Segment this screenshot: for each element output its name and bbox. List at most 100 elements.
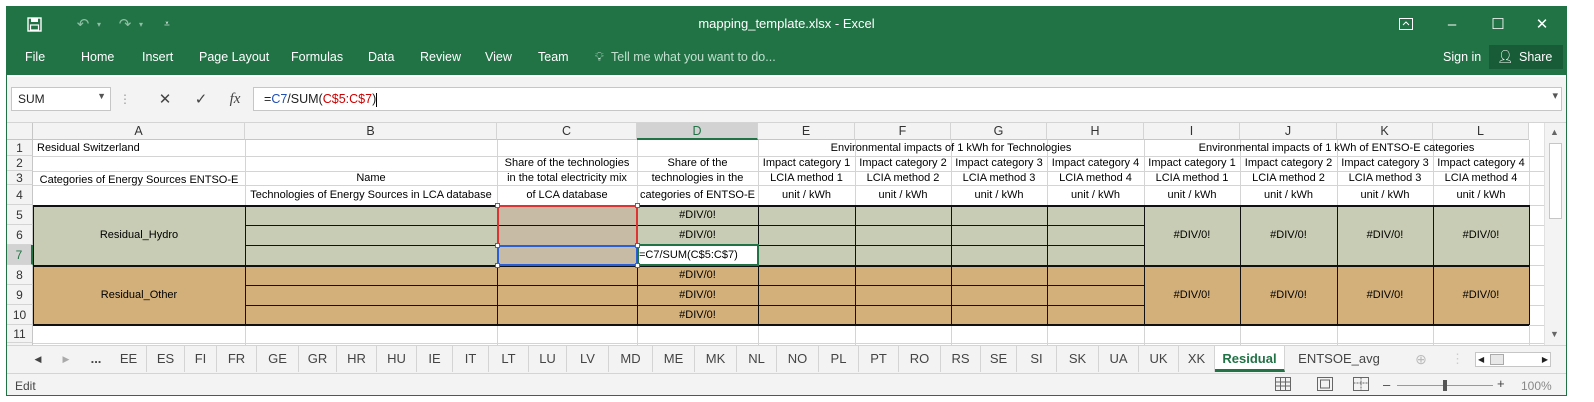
unit-header[interactable]: unit / kWh bbox=[855, 185, 951, 205]
share-button[interactable]: 👤︎ Share bbox=[1489, 45, 1563, 69]
column-header-i[interactable]: I bbox=[1144, 123, 1240, 140]
unit-header[interactable]: unit / kWh bbox=[1337, 185, 1433, 205]
cell-c3[interactable]: in the total electricity mix bbox=[497, 171, 637, 185]
sheet-tab-hu[interactable]: HU bbox=[377, 346, 417, 372]
cancel-icon[interactable]: ✕ bbox=[151, 87, 179, 111]
tell-me-search[interactable]: Tell me what you want to do... bbox=[611, 50, 776, 64]
row-header-11[interactable]: 11 bbox=[7, 325, 33, 343]
div-error-hydro[interactable]: #DIV/0! bbox=[1240, 205, 1337, 265]
tab-page-layout[interactable]: Page Layout bbox=[199, 50, 269, 64]
column-header-f[interactable]: F bbox=[855, 123, 951, 140]
lcia-method-header[interactable]: LCIA method 1 bbox=[758, 171, 855, 185]
sheet-tab-hr[interactable]: HR bbox=[337, 346, 377, 372]
column-header-e[interactable]: E bbox=[758, 123, 855, 140]
cell-a2[interactable]: Categories of Energy Sources ENTSO-E bbox=[33, 156, 245, 205]
sheet-tab-uk[interactable]: UK bbox=[1139, 346, 1179, 372]
more-tabs-button[interactable]: ... bbox=[83, 346, 109, 372]
chevron-down-icon[interactable]: ▼ bbox=[97, 91, 106, 101]
tab-scroll-right-icon[interactable]: ▶ bbox=[59, 346, 73, 372]
new-sheet-icon[interactable]: ⊕ bbox=[1409, 346, 1433, 372]
ribbon-display-icon[interactable] bbox=[1383, 11, 1429, 37]
column-header-j[interactable]: J bbox=[1240, 123, 1337, 140]
sheet-tab-si[interactable]: SI bbox=[1017, 346, 1057, 372]
lcia-method-header[interactable]: LCIA method 3 bbox=[951, 171, 1047, 185]
hscroll-right-icon[interactable]: ▶ bbox=[1542, 353, 1548, 366]
hscroll-thumb[interactable] bbox=[1490, 354, 1504, 365]
tab-home[interactable]: Home bbox=[81, 50, 114, 64]
sheet-tab-ua[interactable]: UA bbox=[1099, 346, 1139, 372]
sheet-tab-fr[interactable]: FR bbox=[217, 346, 257, 372]
enter-icon[interactable]: ✓ bbox=[187, 87, 215, 111]
impact-category-header[interactable]: Impact category 1 bbox=[1144, 156, 1240, 171]
impact-category-header[interactable]: Impact category 1 bbox=[758, 156, 855, 171]
maximize-icon[interactable]: ☐ bbox=[1475, 11, 1521, 37]
cell-d3[interactable]: technologies in the bbox=[637, 171, 758, 185]
sheet-tab-no[interactable]: NO bbox=[777, 346, 819, 372]
scroll-thumb[interactable] bbox=[1549, 143, 1562, 219]
impact-category-header[interactable]: Impact category 2 bbox=[1240, 156, 1337, 171]
column-header-d[interactable]: D bbox=[637, 123, 758, 140]
tab-file[interactable]: File bbox=[25, 50, 45, 64]
div-error-other[interactable]: #DIV/0! bbox=[1144, 265, 1240, 325]
sheet-tab-lu[interactable]: LU bbox=[529, 346, 567, 372]
cell-a8[interactable]: Residual_Other bbox=[33, 265, 245, 325]
sheet-tab-lv[interactable]: LV bbox=[567, 346, 609, 372]
cell-d4[interactable]: categories of ENTSO-E bbox=[637, 185, 758, 205]
sheet-tab-sk[interactable]: SK bbox=[1057, 346, 1099, 372]
lcia-method-header[interactable]: LCIA method 4 bbox=[1433, 171, 1529, 185]
sheet-tab-ge[interactable]: GE bbox=[257, 346, 299, 372]
sheet-tab-ro[interactable]: RO bbox=[899, 346, 941, 372]
normal-view-icon[interactable] bbox=[1275, 377, 1291, 394]
cell-b4[interactable]: Technologies of Energy Sources in LCA da… bbox=[245, 185, 497, 205]
tab-insert[interactable]: Insert bbox=[142, 50, 173, 64]
range-handle[interactable] bbox=[495, 263, 500, 268]
column-header-h[interactable]: H bbox=[1047, 123, 1144, 140]
tab-data[interactable]: Data bbox=[368, 50, 394, 64]
tab-scroll-left-icon[interactable]: ◀ bbox=[31, 346, 45, 372]
sheet-tab-ee[interactable]: EE bbox=[111, 346, 147, 372]
div-error-hydro[interactable]: #DIV/0! bbox=[1144, 205, 1240, 265]
cell-i1[interactable]: Environmental impacts of 1 kWh of ENTSO-… bbox=[1144, 140, 1529, 156]
column-header-c[interactable]: C bbox=[497, 123, 637, 140]
worksheet-grid[interactable]: ABCDEFGHIJKL 123456789101112 Residual Sw… bbox=[7, 123, 1544, 345]
cell-a1[interactable]: Residual Switzerland bbox=[35, 140, 497, 156]
cell-c2[interactable]: Share of the technologies bbox=[497, 156, 637, 171]
insert-function-icon[interactable]: fx bbox=[221, 87, 249, 111]
impact-category-header[interactable]: Impact category 3 bbox=[951, 156, 1047, 171]
cell-d6[interactable]: #DIV/0! bbox=[637, 225, 758, 245]
cell-c4[interactable]: of LCA database bbox=[497, 185, 637, 205]
sign-in-link[interactable]: Sign in bbox=[1443, 50, 1481, 64]
sheet-tab-it[interactable]: IT bbox=[453, 346, 489, 372]
lcia-method-header[interactable]: LCIA method 1 bbox=[1144, 171, 1240, 185]
range-handle[interactable] bbox=[635, 243, 640, 248]
name-box[interactable]: SUM ▼ bbox=[11, 87, 111, 111]
impact-category-header[interactable]: Impact category 4 bbox=[1433, 156, 1529, 171]
lcia-method-header[interactable]: LCIA method 4 bbox=[1047, 171, 1144, 185]
sheet-tab-rs[interactable]: RS bbox=[941, 346, 981, 372]
range-handle[interactable] bbox=[495, 203, 500, 208]
close-icon[interactable]: ✕ bbox=[1519, 11, 1565, 37]
lcia-method-header[interactable]: LCIA method 2 bbox=[1240, 171, 1337, 185]
tab-team[interactable]: Team bbox=[538, 50, 569, 64]
row-header-8[interactable]: 8 bbox=[7, 265, 33, 285]
unit-header[interactable]: unit / kWh bbox=[951, 185, 1047, 205]
scroll-down-icon[interactable]: ▼ bbox=[1550, 329, 1559, 339]
tab-formulas[interactable]: Formulas bbox=[291, 50, 343, 64]
range-handle[interactable] bbox=[635, 263, 640, 268]
horizontal-scrollbar[interactable]: ◀ ▶ bbox=[1475, 352, 1551, 367]
impact-category-header[interactable]: Impact category 3 bbox=[1337, 156, 1433, 171]
formula-input[interactable]: =C7/SUM(C$5:C$7) bbox=[253, 87, 1562, 111]
range-handle[interactable] bbox=[495, 243, 500, 248]
lcia-method-header[interactable]: LCIA method 2 bbox=[855, 171, 951, 185]
expand-formula-icon[interactable]: ▾ bbox=[1552, 89, 1558, 102]
sheet-tab-se[interactable]: SE bbox=[981, 346, 1017, 372]
cell-b3[interactable]: Name bbox=[245, 171, 497, 185]
unit-header[interactable]: unit / kWh bbox=[1240, 185, 1337, 205]
zoom-level[interactable]: 100% bbox=[1521, 379, 1552, 393]
sheet-tab-residual[interactable]: Residual bbox=[1215, 346, 1285, 372]
cell-d9[interactable]: #DIV/0! bbox=[637, 285, 758, 305]
row-header-5[interactable]: 5 bbox=[7, 205, 33, 225]
unit-header[interactable]: unit / kWh bbox=[758, 185, 855, 205]
hscroll-left-icon[interactable]: ◀ bbox=[1478, 353, 1484, 366]
sheet-tab-mk[interactable]: MK bbox=[695, 346, 737, 372]
